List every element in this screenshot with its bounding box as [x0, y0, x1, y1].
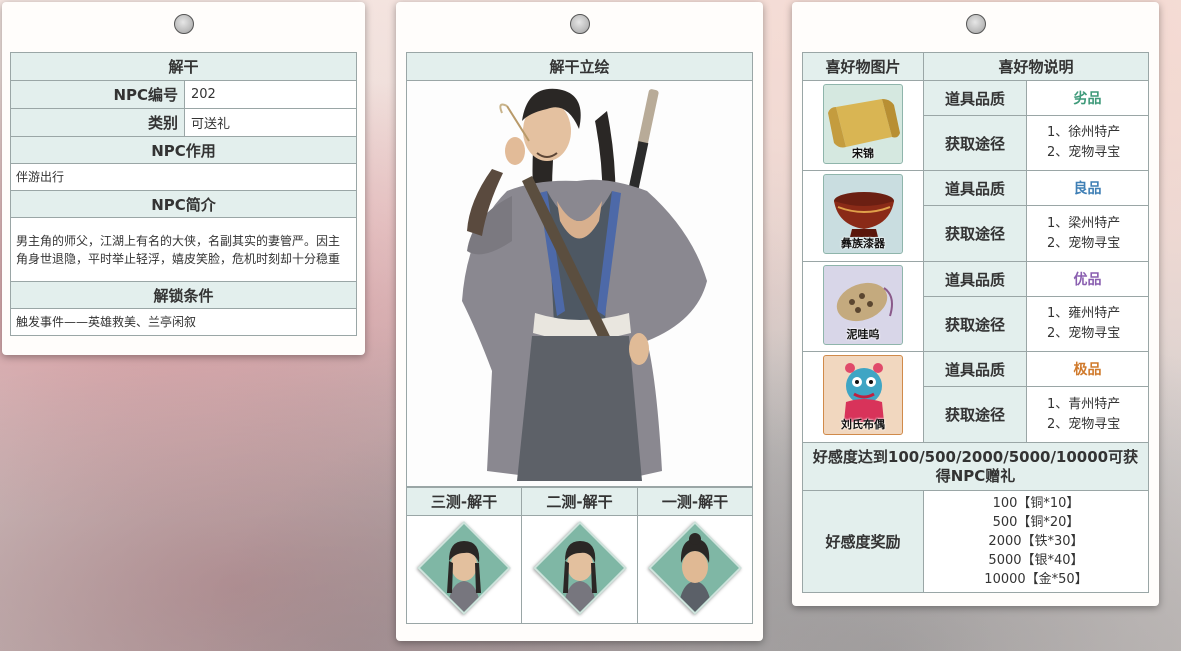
quality-label: 道具品质 — [923, 170, 1027, 206]
npc-role-title: NPC作用 — [10, 136, 357, 164]
quality-value: 良品 — [1026, 170, 1149, 206]
portrait-thumb-icon — [532, 520, 627, 615]
variant-label-1: 一测-解干 — [637, 487, 753, 516]
card-hole — [569, 14, 590, 34]
gift-name: 彝族漆器 — [841, 237, 885, 250]
portrait-thumb-icon — [417, 520, 511, 615]
source-line: 1、徐州特产 — [1047, 125, 1121, 140]
source-value: 1、徐州特产 2、宠物寻宝 — [1026, 115, 1149, 171]
clay-ocarina-icon: 泥哇呜 — [823, 264, 903, 345]
variant-label-2: 二测-解干 — [521, 487, 638, 516]
gift-desc-header: 喜好物说明 — [923, 52, 1149, 81]
gift-image-cell: 彝族漆器 — [802, 170, 924, 262]
card-hole — [965, 14, 986, 34]
gift-name: 刘氏布偶 — [841, 418, 885, 431]
npc-id-value: 202 — [184, 80, 357, 109]
gift-name: 泥哇呜 — [846, 327, 880, 341]
card-hole — [173, 14, 194, 34]
npc-type-label: 类别 — [10, 108, 185, 137]
quality-value: 优品 — [1026, 261, 1149, 297]
reward-item: 5000【银*40】 — [988, 553, 1084, 568]
source-line: 1、青州特产 — [1047, 396, 1121, 412]
quality-value: 劣品 — [1026, 80, 1149, 116]
cloth-doll-icon: 刘氏布偶 — [823, 355, 903, 435]
variant-thumb-cell — [521, 515, 638, 624]
source-value: 1、梁州特产 2、宠物寻宝 — [1026, 205, 1149, 262]
npc-info-card: 解干 NPC编号 202 类别 可送礼 NPC作用 伴游出行 NPC简介 男主角… — [2, 2, 365, 355]
npc-portrait-card: 解干立绘 三测-解干 二测-解干 一测-解干 — [396, 2, 763, 641]
source-label: 获取途径 — [923, 386, 1027, 443]
source-label: 获取途径 — [923, 296, 1027, 352]
source-value: 1、青州特产 2、宠物寻宝 — [1026, 386, 1149, 443]
gift-image-cell: 泥哇呜 — [802, 261, 924, 352]
favor-title: 好感度达到100/500/2000/5000/10000可获得NPC赠礼 — [802, 442, 1149, 491]
variant-label-3: 三测-解干 — [406, 487, 522, 516]
quality-label: 道具品质 — [923, 80, 1027, 116]
npc-portrait-image — [406, 81, 753, 487]
npc-type-value: 可送礼 — [184, 108, 357, 137]
portrait-title: 解干立绘 — [406, 52, 753, 81]
reward-item: 100【铜*10】 — [992, 496, 1080, 511]
reward-list: 100【铜*10】 500【铜*20】 2000【铁*30】 5000【银*40… — [923, 490, 1149, 593]
portrait-thumb-icon — [648, 520, 742, 615]
gifts-table: 喜好物图片 喜好物说明 宋锦 道具品质 劣品 获取途径 1、徐州特产 2、宠物寻… — [802, 52, 1149, 593]
npc-unlock-title: 解锁条件 — [10, 281, 357, 309]
quality-value: 极品 — [1026, 351, 1149, 387]
reward-item: 10000【金*50】 — [984, 572, 1088, 587]
source-label: 获取途径 — [923, 115, 1027, 171]
source-line: 2、宠物寻宝 — [1047, 416, 1121, 432]
source-value: 1、雍州特产 2、宠物寻宝 — [1026, 296, 1149, 352]
gift-image-cell: 宋锦 — [802, 80, 924, 171]
variant-thumb-cell — [637, 515, 753, 624]
silk-scroll-icon: 宋锦 — [823, 83, 903, 164]
gift-name: 宋锦 — [852, 146, 874, 160]
quality-label: 道具品质 — [923, 351, 1027, 387]
source-line: 1、雍州特产 — [1047, 306, 1121, 321]
npc-unlock-text: 触发事件——英雄救美、兰亭闲叙 — [10, 308, 357, 336]
npc-intro-title: NPC简介 — [10, 190, 357, 218]
reward-item: 2000【铁*30】 — [988, 534, 1084, 549]
gift-image-cell: 刘氏布偶 — [802, 351, 924, 443]
source-line: 2、宠物寻宝 — [1047, 145, 1121, 160]
lacquer-bowl-icon: 彝族漆器 — [823, 174, 903, 254]
npc-intro-text: 男主角的师父，江湖上有名的大侠，名副其实的妻管严。因主角身世退隐，平时举止轻浮，… — [10, 217, 357, 282]
variant-thumb-cell — [406, 515, 522, 624]
npc-role-text: 伴游出行 — [10, 163, 357, 191]
npc-id-label: NPC编号 — [10, 80, 185, 109]
reward-item: 500【铜*20】 — [992, 515, 1080, 530]
source-label: 获取途径 — [923, 205, 1027, 262]
gift-image-header: 喜好物图片 — [802, 52, 924, 81]
source-line: 2、宠物寻宝 — [1047, 235, 1121, 251]
source-line: 2、宠物寻宝 — [1047, 326, 1121, 341]
npc-name: 解干 — [10, 52, 357, 81]
quality-label: 道具品质 — [923, 261, 1027, 297]
npc-gifts-card: 喜好物图片 喜好物说明 宋锦 道具品质 劣品 获取途径 1、徐州特产 2、宠物寻… — [792, 2, 1159, 606]
npc-info-table: 解干 NPC编号 202 类别 可送礼 NPC作用 伴游出行 NPC简介 男主角… — [10, 52, 357, 336]
reward-label: 好感度奖励 — [802, 490, 924, 593]
source-line: 1、梁州特产 — [1047, 215, 1121, 231]
